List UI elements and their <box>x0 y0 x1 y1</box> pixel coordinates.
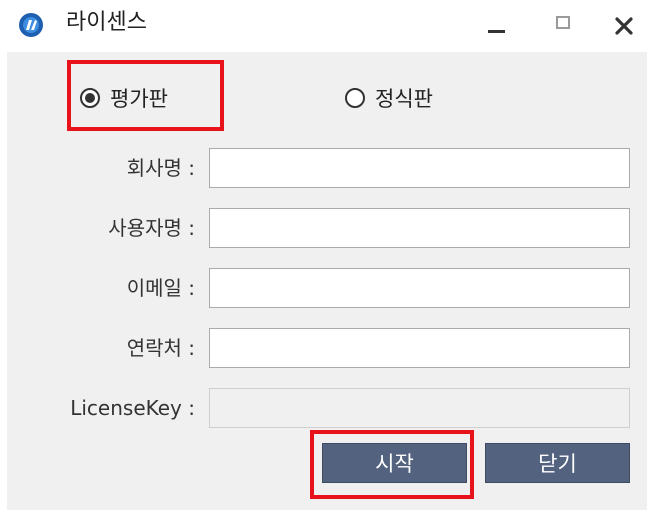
close-icon <box>615 17 633 35</box>
radio-full-version-label: 정식판 <box>375 87 433 111</box>
radio-evaluation[interactable]: 평가판 <box>80 82 168 114</box>
contact-label: 연락처 : <box>126 336 195 360</box>
maximize-button[interactable] <box>546 8 586 42</box>
minimize-icon <box>488 30 505 33</box>
license-window: 라이센스 평가판 정식판 회사명 : 사용자명 : 이메일 : 연락처 : Li… <box>0 0 647 510</box>
app-logo-icon <box>19 13 43 37</box>
start-button[interactable]: 시작 <box>322 443 467 483</box>
email-label: 이메일 : <box>126 276 195 300</box>
radio-checked-icon <box>80 88 100 108</box>
close-button[interactable]: 닫기 <box>485 443 630 483</box>
title-bar: 라이센스 <box>0 0 647 52</box>
company-label: 회사명 : <box>126 156 195 180</box>
minimize-button[interactable] <box>480 8 520 42</box>
close-window-button[interactable] <box>604 8 644 42</box>
user-name-label: 사용자명 : <box>108 216 195 240</box>
license-key-input <box>209 388 630 428</box>
radio-full-version[interactable]: 정식판 <box>345 82 433 114</box>
radio-evaluation-label: 평가판 <box>110 87 168 111</box>
company-input[interactable] <box>209 148 630 188</box>
radio-unchecked-icon <box>345 88 365 108</box>
window-title: 라이센스 <box>66 10 147 35</box>
email-input[interactable] <box>209 268 630 308</box>
maximize-icon <box>556 16 570 29</box>
contact-input[interactable] <box>209 328 630 368</box>
user-name-input[interactable] <box>209 208 630 248</box>
license-key-label: LicenseKey : <box>70 396 195 420</box>
